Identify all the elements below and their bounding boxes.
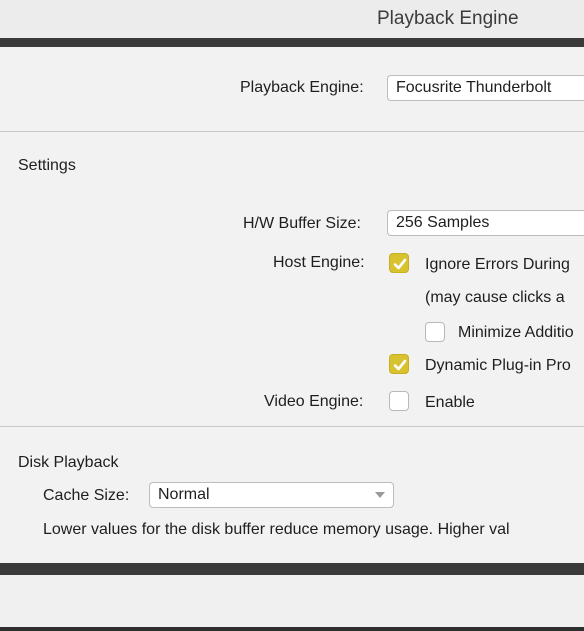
window-title: Playback Engine <box>377 8 519 29</box>
video-enable-label: Enable <box>425 394 475 411</box>
video-engine-label: Video Engine: <box>264 393 364 410</box>
playback-engine-window: Playback Engine Playback Engine: Focusri… <box>0 0 584 631</box>
minimize-label: Minimize Additio <box>458 324 574 341</box>
checkmark-icon <box>393 359 407 371</box>
settings-heading: Settings <box>18 157 76 174</box>
disk-playback-section: Disk Playback Cache Size: Normal Lower v… <box>0 427 584 563</box>
disk-playback-heading: Disk Playback <box>18 454 119 471</box>
dynamic-plugin-checkbox[interactable] <box>389 354 409 374</box>
top-divider-bar <box>0 38 584 47</box>
buffer-size-label: H/W Buffer Size: <box>243 215 361 232</box>
chevron-down-icon <box>375 492 385 498</box>
disk-buffer-note: Lower values for the disk buffer reduce … <box>43 521 510 538</box>
cache-size-value: Normal <box>158 486 210 503</box>
bottom-edge-line <box>0 627 584 631</box>
host-engine-label: Host Engine: <box>273 254 365 271</box>
playback-engine-section: Playback Engine: Focusrite Thunderbolt <box>0 47 584 131</box>
minimize-checkbox[interactable] <box>425 322 445 342</box>
ignore-errors-note: (may cause clicks a <box>425 289 565 306</box>
ignore-errors-checkbox[interactable] <box>389 253 409 273</box>
settings-section: Settings H/W Buffer Size: 256 Samples Ho… <box>0 132 584 426</box>
playback-engine-value: Focusrite Thunderbolt <box>396 79 552 96</box>
cache-size-select[interactable]: Normal <box>149 482 394 508</box>
buffer-size-select[interactable]: 256 Samples <box>387 210 584 236</box>
title-bar: Playback Engine <box>0 0 584 38</box>
footer-area <box>0 575 584 631</box>
buffer-size-value: 256 Samples <box>396 214 490 231</box>
bottom-divider-bar <box>0 563 584 575</box>
video-enable-checkbox[interactable] <box>389 391 409 411</box>
playback-engine-label: Playback Engine: <box>240 79 364 96</box>
dynamic-plugin-label: Dynamic Plug-in Pro <box>425 357 571 374</box>
checkmark-icon <box>393 258 407 270</box>
ignore-errors-label: Ignore Errors During <box>425 256 570 273</box>
playback-engine-select[interactable]: Focusrite Thunderbolt <box>387 75 584 101</box>
cache-size-label: Cache Size: <box>43 487 130 504</box>
